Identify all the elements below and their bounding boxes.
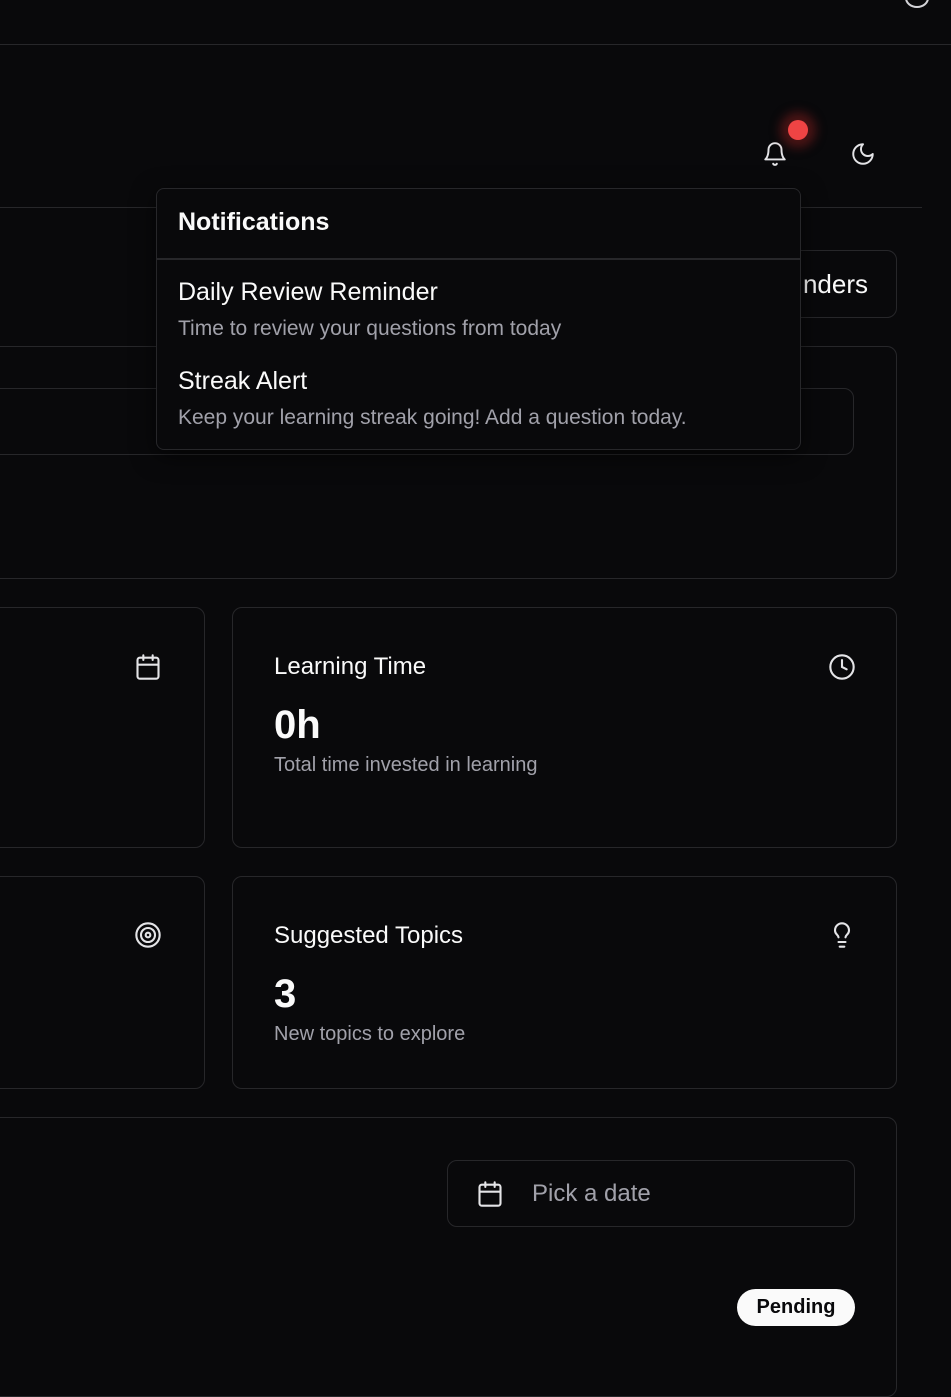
suggested-topics-value: 3 — [274, 972, 297, 1016]
clock-icon — [828, 653, 856, 686]
notifications-title: Notifications — [178, 208, 330, 236]
stat-card-left-bottom — [0, 876, 205, 1089]
notifications-button[interactable] — [755, 134, 795, 174]
questions-list-card — [0, 1117, 897, 1397]
notification-dot — [788, 120, 808, 140]
date-picker-placeholder: Pick a date — [532, 1179, 651, 1207]
date-picker-button[interactable]: Pick a date — [447, 1160, 855, 1227]
top-bar — [0, 0, 951, 45]
suggested-topics-card: Suggested Topics 3 New topics to explore — [232, 876, 897, 1089]
reminders-button-label: nders — [802, 268, 868, 299]
theme-toggle-button[interactable] — [843, 134, 883, 174]
learning-time-card: Learning Time 0h Total time invested in … — [232, 607, 897, 848]
notification-description: Time to review your questions from today — [178, 317, 562, 340]
notifications-popover: Notifications Daily Review Reminder Time… — [156, 188, 801, 450]
status-badge: Pending — [737, 1289, 855, 1326]
calendar-icon — [134, 653, 162, 686]
calendar-icon — [478, 1180, 502, 1207]
target-icon — [134, 921, 162, 954]
learning-time-value: 0h — [274, 703, 321, 747]
notification-item[interactable]: Streak Alert Keep your learning streak g… — [178, 367, 687, 430]
learning-time-description: Total time invested in learning — [274, 754, 538, 776]
suggested-topics-title: Suggested Topics — [274, 922, 464, 949]
learning-time-title: Learning Time — [274, 653, 427, 680]
notification-item[interactable]: Daily Review Reminder Time to review you… — [178, 278, 561, 341]
suggested-topics-description: New topics to explore — [274, 1023, 466, 1045]
notifications-divider — [157, 258, 800, 260]
lightbulb-icon — [828, 921, 856, 954]
notification-title: Streak Alert — [178, 367, 308, 395]
notification-title: Daily Review Reminder — [178, 278, 438, 306]
moon-icon — [852, 143, 874, 165]
stat-card-left-top — [0, 607, 205, 848]
bell-icon — [764, 142, 786, 166]
notification-description: Keep your learning streak going! Add a q… — [178, 406, 687, 429]
